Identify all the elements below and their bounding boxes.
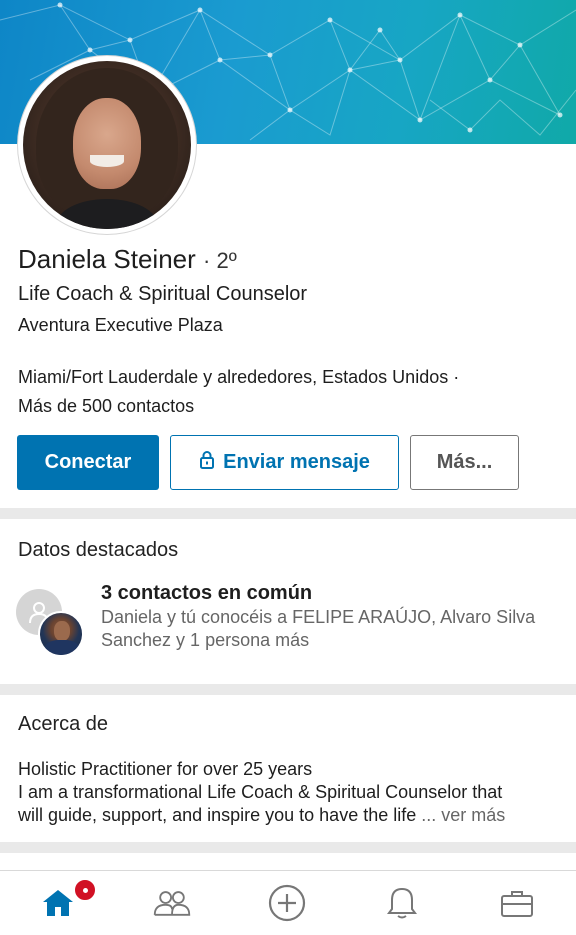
home-icon[interactable] [38, 883, 78, 923]
about-card: Acerca de Holistic Practitioner for over… [0, 695, 576, 842]
profile-connections-count[interactable]: Más de 500 contactos [18, 396, 194, 417]
send-message-button-label: Enviar mensaje [223, 451, 370, 473]
highlights-title: Datos destacados [18, 539, 179, 561]
shared-connections-description: Daniela y tú conocéis a FELIPE ARAÚJO, A… [101, 607, 536, 650]
about-line-1: Holistic Practitioner for over 25 years [18, 759, 313, 779]
notifications-icon[interactable] [382, 883, 422, 923]
see-more-link[interactable]: ... ver más [421, 805, 505, 825]
lock-icon [199, 450, 215, 475]
profile-name: Daniela Steiner [18, 244, 196, 274]
profile-company: Aventura Executive Plaza [18, 315, 223, 335]
jobs-icon[interactable] [497, 883, 537, 923]
highlights-card: Datos destacados 3 contactos en común Da… [0, 519, 576, 684]
about-line-3-text: will guide, support, and inspire you to … [18, 805, 417, 825]
profile-headline: Life Coach & Spiritual Counselor [18, 283, 308, 305]
about-summary: Holistic Practitioner for over 25 years … [18, 758, 563, 827]
send-message-button[interactable]: Enviar mensaje [170, 435, 399, 490]
about-title: Acerca de [18, 713, 109, 735]
profile-name-row: Daniela Steiner · 2º [18, 244, 237, 275]
profile-location: Miami/Fort Lauderdale y alrededores, Est… [18, 367, 460, 387]
bottom-navigation [0, 870, 576, 935]
post-icon[interactable] [267, 883, 307, 923]
profile-avatar[interactable] [18, 56, 196, 234]
connect-button-label: Conectar [44, 451, 132, 473]
connection-degree: · 2º [203, 248, 237, 273]
shared-connections-title[interactable]: 3 contactos en común [101, 582, 312, 605]
about-line-2: I am a transformational Life Coach & Spi… [18, 782, 503, 802]
more-button-label: Más... [436, 451, 493, 473]
profile-photo [23, 61, 191, 229]
more-button[interactable]: Más... [410, 435, 519, 490]
network-icon[interactable] [152, 883, 192, 923]
connect-button[interactable]: Conectar [17, 435, 159, 490]
notification-badge [73, 878, 97, 902]
about-line-3: will guide, support, and inspire you to … [18, 804, 563, 827]
shared-connections-avatars[interactable] [16, 589, 88, 659]
connection-avatar [38, 611, 84, 657]
